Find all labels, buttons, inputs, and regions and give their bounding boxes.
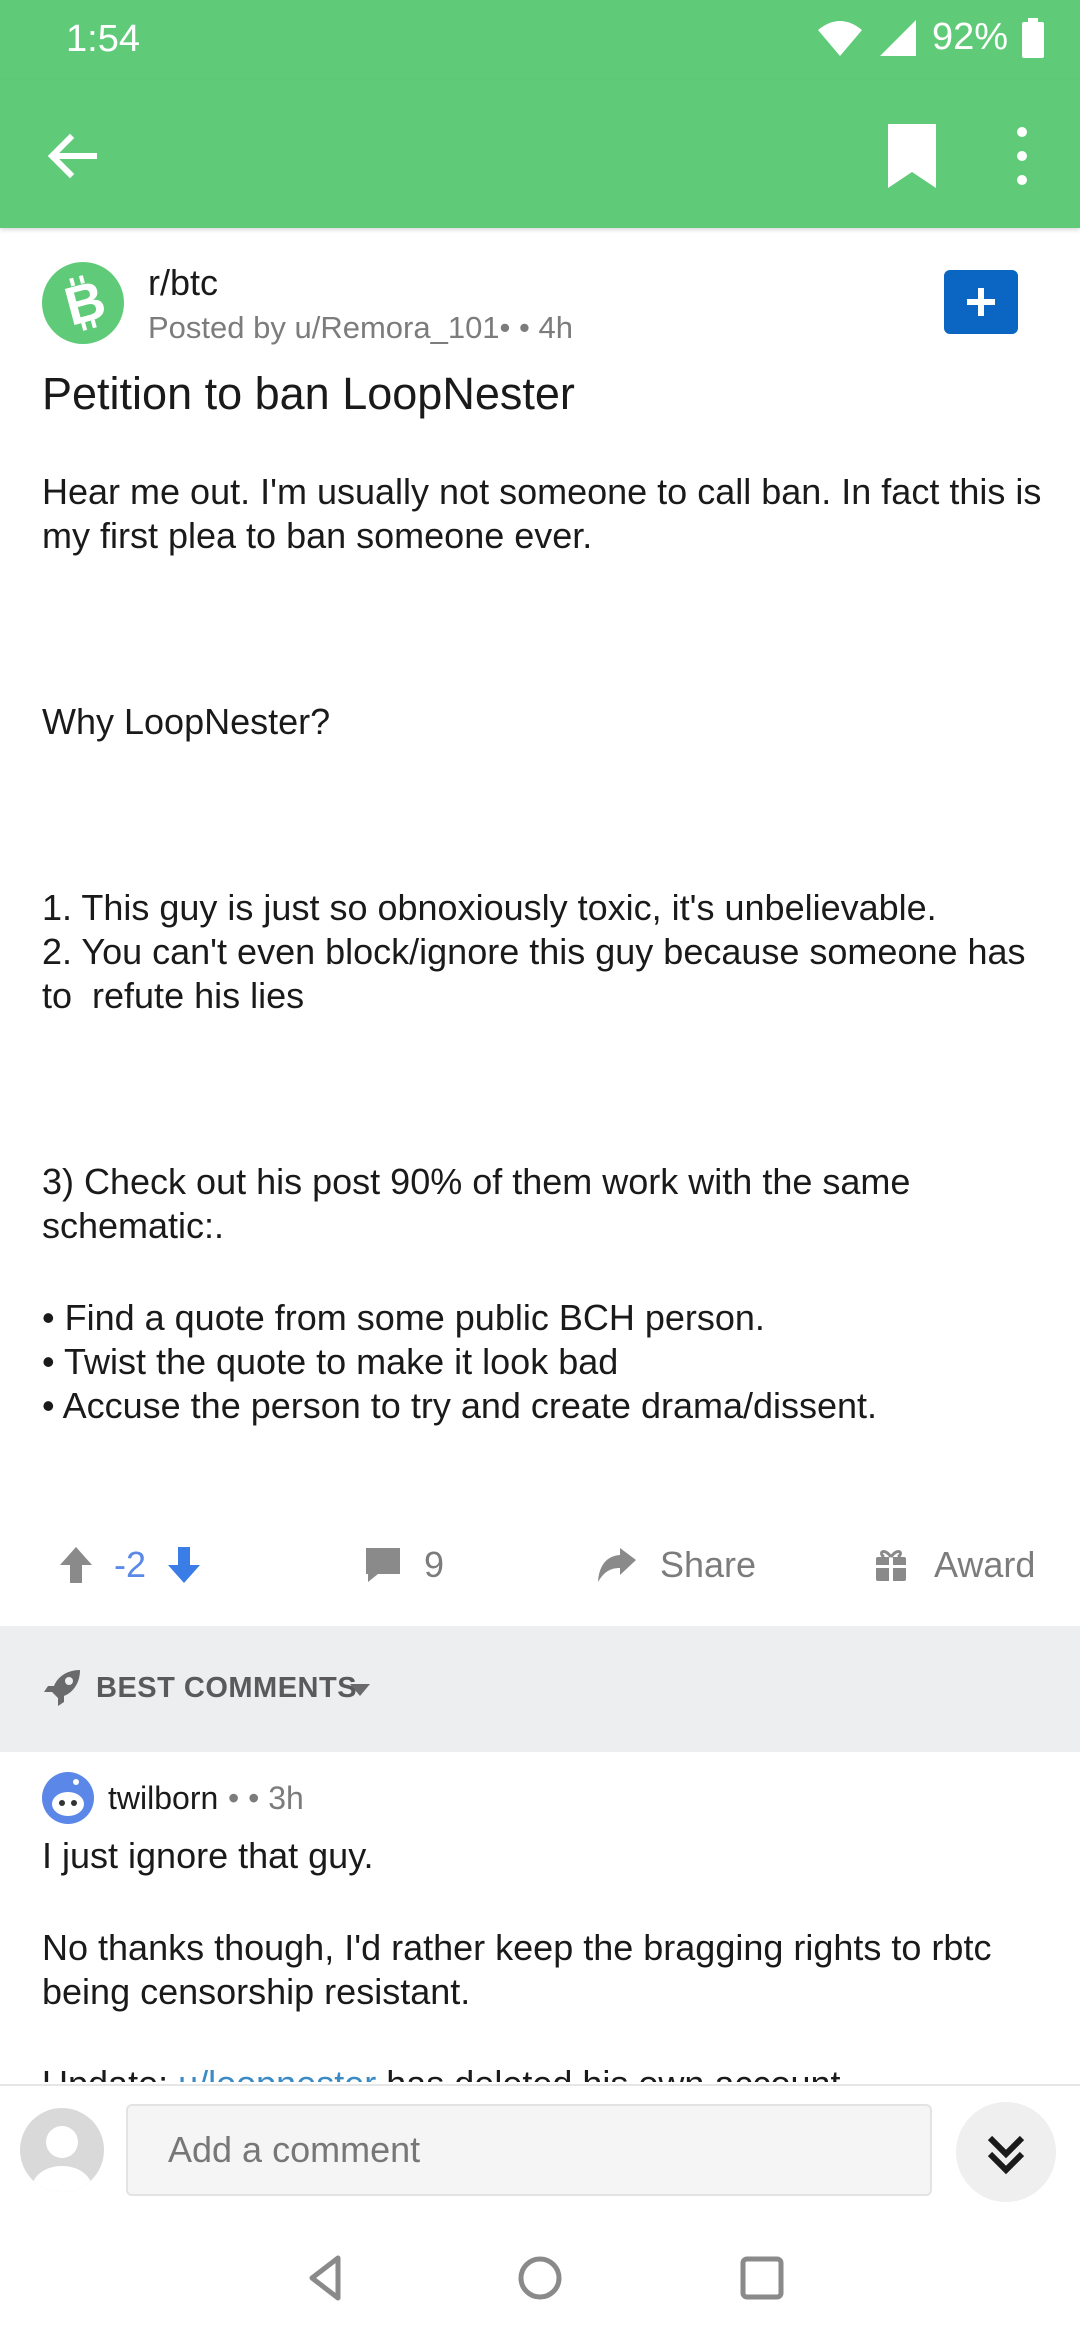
battery-percent: 92% <box>931 16 1008 58</box>
post-paragraph: Hear me out. I'm usually not someone to … <box>42 471 1052 556</box>
next-comment-button[interactable] <box>956 2102 1056 2202</box>
user-avatar <box>20 2108 104 2192</box>
join-button[interactable] <box>944 270 1018 334</box>
subreddit-name[interactable]: r/btc <box>148 262 218 304</box>
award-icon <box>876 1550 906 1581</box>
comment-text: has deleted his own account <box>376 2063 840 2082</box>
vote-count: -2 <box>114 1544 147 1585</box>
caret-down-icon <box>350 1684 370 1696</box>
comment-paragraph: Update: u/loopnester has deleted his own… <box>42 2062 1042 2082</box>
sort-label: BEST COMMENTS <box>96 1672 358 1704</box>
share-icon <box>598 1548 636 1582</box>
signal-icon <box>879 19 916 56</box>
comment-paragraph: No thanks though, I'd rather keep the br… <box>42 1927 992 2012</box>
post-meta: Posted by u/Remora_101• • 4h <box>148 310 573 345</box>
nav-back-icon[interactable] <box>298 2250 354 2306</box>
comment-text: Update: <box>42 2063 178 2082</box>
post-header: B r/btc Posted by u/Remora_101• • 4h <box>0 228 1080 368</box>
nav-recents-icon[interactable] <box>734 2250 790 2306</box>
post-paragraph: 1. This guy is just so obnoxiously toxic… <box>42 887 1026 1016</box>
comment-sort-bar[interactable]: BEST COMMENTS <box>0 1626 1080 1752</box>
post-body: Hear me out. I'm usually not someone to … <box>42 470 1042 1428</box>
plus-icon <box>967 288 995 316</box>
nav-home-icon[interactable] <box>512 2250 568 2306</box>
post-paragraph: Why LoopNester? <box>42 701 331 742</box>
comment-bar <box>0 2084 1080 2216</box>
more-vert-icon[interactable] <box>1002 120 1042 192</box>
post-actions: -2 9 Share Award <box>0 1520 1080 1610</box>
vote-group: -2 <box>58 1520 202 1610</box>
double-chevron-down-icon <box>987 2135 1025 2175</box>
bookmark-icon[interactable] <box>880 120 944 192</box>
comment-meta: • • 3h <box>228 1780 304 1816</box>
status-time: 1:54 <box>66 18 140 60</box>
comments-button[interactable]: 9 <box>364 1520 444 1610</box>
back-arrow-icon[interactable] <box>40 124 104 188</box>
share-label: Share <box>660 1544 757 1585</box>
rocket-icon <box>44 1670 80 1706</box>
battery-icon <box>1022 17 1044 58</box>
status-icons: 92% <box>816 16 1044 59</box>
wifi-icon <box>817 20 862 56</box>
system-nav-bar <box>0 2214 1080 2340</box>
award-label: Award <box>934 1544 1036 1585</box>
award-button[interactable]: Award <box>874 1520 1035 1610</box>
app-bar <box>0 80 1080 228</box>
post-title: Petition to ban LoopNester <box>42 368 575 419</box>
snoo-avatar-icon <box>52 1779 84 1816</box>
status-bar: 1:54 92% <box>0 0 1080 80</box>
post-paragraph: • Find a quote from some public BCH pers… <box>42 1297 878 1426</box>
user-silhouette-icon <box>32 2126 92 2192</box>
post-paragraph: 3) Check out his post 90% of them work w… <box>42 1161 921 1246</box>
commenter-avatar[interactable] <box>42 1772 94 1824</box>
comment-input[interactable] <box>126 2104 932 2196</box>
comment-body: I just ignore that guy. No thanks though… <box>42 1834 1042 2082</box>
user-link[interactable]: u/loopnester <box>178 2063 376 2082</box>
bitcoin-cash-icon: B <box>59 269 112 337</box>
comment: twilborn • • 3h I just ignore that guy. … <box>0 1752 1080 2082</box>
upvote-icon[interactable] <box>58 1545 94 1585</box>
comment-paragraph: I just ignore that guy. <box>42 1835 374 1876</box>
comment-icon <box>366 1548 400 1582</box>
share-button[interactable]: Share <box>596 1520 756 1610</box>
comment-author[interactable]: twilborn <box>108 1780 218 1817</box>
downvote-icon[interactable] <box>166 1545 202 1585</box>
subreddit-avatar[interactable]: B <box>42 262 124 344</box>
comment-count: 9 <box>424 1544 445 1585</box>
